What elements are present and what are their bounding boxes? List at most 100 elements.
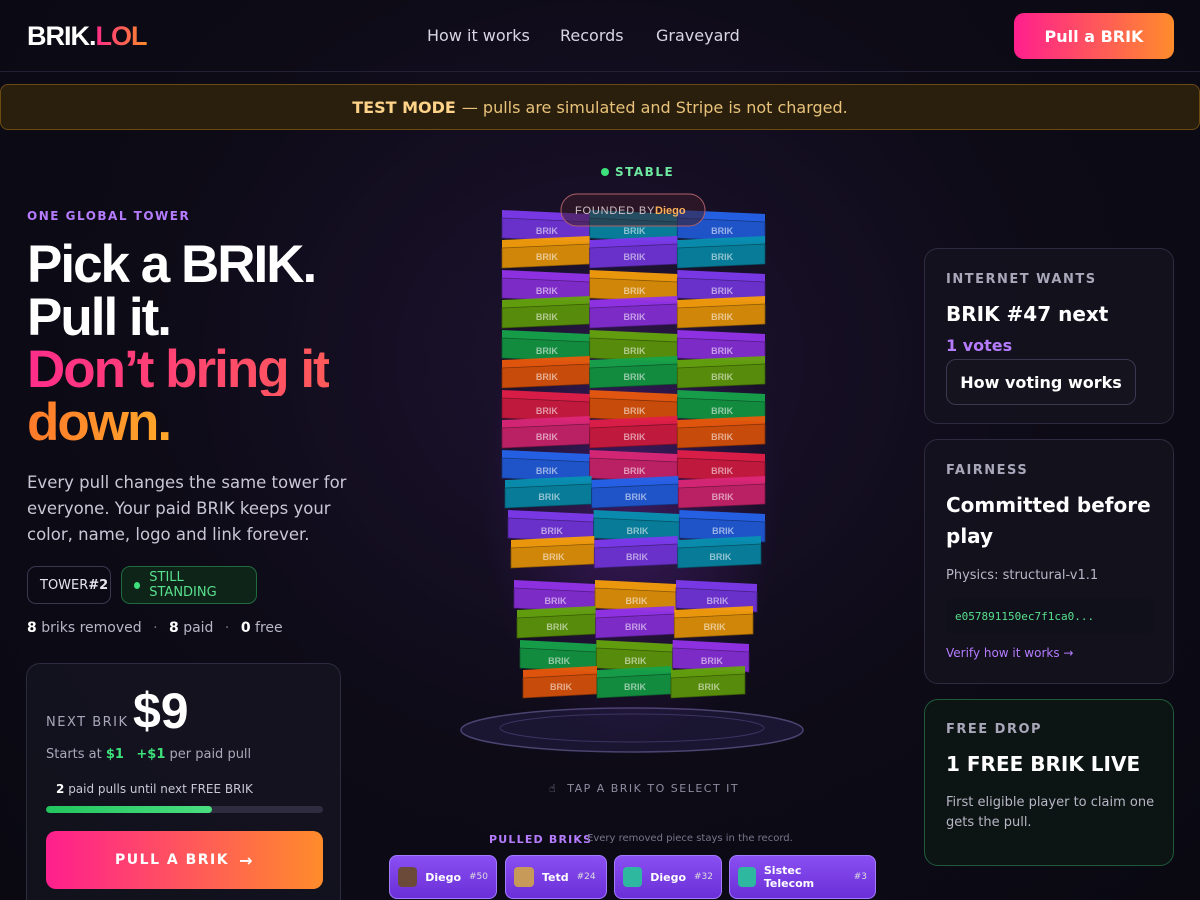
starts-at-label: Starts at [46,747,102,762]
tower-brik-label: BRIK [548,656,570,666]
tower-brik-label: BRIK [624,312,646,322]
tower-brik[interactable]: BRIK [591,476,679,509]
start-price: $1 [105,747,124,762]
pulled-brik-name: Sistec Telecom [763,864,815,890]
pulled-brik-thumbnail [514,867,534,887]
tower-brik-label: BRIK [536,466,558,476]
physics-version: Physics: structural-v1.1 [946,568,1099,583]
tower-brik-label: BRIK [625,492,647,502]
tower-brik-label: BRIK [711,372,733,382]
tower-brik-label: BRIK [543,552,565,562]
nav-link-records[interactable]: Records [560,26,624,45]
tower-brik-label: BRIK [711,252,733,262]
stat-free-count: 0 [240,620,251,636]
pulled-brik-number: #32 [694,872,713,882]
status-dot-icon [134,581,141,589]
nav-link-graveyard[interactable]: Graveyard [656,26,740,45]
verify-link[interactable]: Verify how it works → [946,646,1073,660]
tower-brik[interactable]: BRIK [593,536,679,569]
tower-brik[interactable]: BRIK [516,606,597,639]
tower-brik[interactable]: BRIK [676,236,766,269]
tower-brik[interactable]: BRIK [501,236,591,269]
founded-badge: FOUNDED BY Diego [560,193,706,227]
pulled-brik-item[interactable]: Diego #32 [614,855,722,899]
internet-wants-title: BRIK #47 next [946,302,1109,326]
fairness-title-line-1: Committed before [946,493,1151,517]
tower-brik-label: BRIK [546,622,568,632]
pulled-brik-item[interactable]: Diego #50 [389,855,497,899]
tower-brik[interactable]: BRIK [589,416,678,449]
pulled-brik-item[interactable]: Sistec Telecom #3 [729,855,876,899]
tower-brik[interactable]: BRIK [504,476,593,509]
tower-brik-label: BRIK [536,252,558,262]
tower-brik-label: BRIK [711,226,733,236]
tower-brik-label: BRIK [624,252,646,262]
tower-canvas[interactable]: BRIK BRIK BRIK BRIK BRIK BRIK BRIK BRIK BRIK BRIK… [440,190,820,760]
tower-brik[interactable]: BRIK [677,476,766,509]
next-brik-card: NEXT BRIK $9 Starts at $1 +$1 per paid p… [26,663,341,900]
tower-brik[interactable]: BRIK [673,606,754,639]
commit-hash[interactable]: e057891150ec7f1ca0... [946,599,1154,633]
pulled-brik-thumbnail [398,867,418,887]
fairness-title-line-2: play [946,524,994,548]
pulled-brik-item[interactable]: Tetd #24 [505,855,607,899]
pull-brik-button[interactable]: PULL A BRIK → [46,831,323,889]
tower-brik-label: BRIK [712,492,734,502]
stat-paid-count: 8 [169,620,179,636]
tower-brik[interactable]: BRIK [501,296,591,329]
tower-brik-label: BRIK [624,226,646,236]
price-increment: +$1 [136,747,166,762]
tower-brik[interactable]: BRIK [676,416,766,449]
free-drop-caption: FREE DROP [946,722,1043,737]
how-voting-works-button[interactable]: How voting works [946,359,1136,405]
tower-brik[interactable]: BRIK [677,536,762,569]
tower-brik-label: BRIK [536,372,558,382]
tower-brik[interactable]: BRIK [522,666,598,699]
tower-brik[interactable]: BRIK [595,606,675,639]
stat-removed-label: briks removed [41,620,142,636]
tower-brik[interactable]: BRIK [596,666,672,699]
tower-brik[interactable]: BRIK [589,356,678,389]
tower-brik-label: BRIK [711,312,733,322]
tower-brik-label: BRIK [627,526,649,536]
tower-brik[interactable]: BRIK [670,666,746,699]
tower-brik-label: BRIK [536,226,558,236]
tower-brik[interactable]: BRIK [676,296,766,329]
tower-brik-label: BRIK [624,286,646,296]
logo[interactable]: BRIK.LOL [27,21,148,52]
tower-brik-label: BRIK [536,432,558,442]
free-brik-progress-bar [46,806,323,813]
tower-bricks[interactable]: BRIK BRIK BRIK BRIK BRIK BRIK BRIK BRIK BRIK BRIK… [501,210,766,699]
tower-brik[interactable]: BRIK [589,296,678,329]
fairness-caption: FAIRNESS [946,463,1029,478]
tower-brik[interactable]: BRIK [676,356,766,389]
free-drop-title: 1 FREE BRIK LIVE [946,752,1141,776]
tower-brik[interactable]: BRIK [501,416,591,449]
tower-status: STABLE [601,165,674,179]
next-brik-label: NEXT BRIK [46,715,129,730]
tower-brik-label: BRIK [541,526,563,536]
tower-brik-label: BRIK [625,656,647,666]
pulled-brik-name: Diego [650,870,686,884]
stable-dot-icon [601,168,609,176]
hero-title-line-1: Pick a BRIK. [27,235,317,294]
tower-brik-label: BRIK [701,656,723,666]
nav-link-how-it-works[interactable]: How it works [427,26,530,45]
tower-brik-label: BRIK [711,432,733,442]
nav-pull-button[interactable]: Pull a BRIK [1014,13,1174,59]
pulled-briks-subtitle: Every removed piece stays in the record. [587,833,793,844]
hero-title-line-4: down. [27,393,172,452]
tower-brik[interactable]: BRIK [510,536,595,569]
tower-brik-label: BRIK [698,682,720,692]
tower-brik[interactable]: BRIK [501,356,591,389]
tower-brik-label: BRIK [536,312,558,322]
tap-hint: ☝ TAP A BRIK TO SELECT IT [549,782,739,795]
tower-brik-label: BRIK [704,622,726,632]
tower-brik[interactable]: BRIK [589,236,678,269]
stat-separator: · [224,620,230,636]
internet-wants-caption: INTERNET WANTS [946,272,1097,287]
tower-brik-label: BRIK [626,552,648,562]
status-badge: STILL STANDING [121,566,257,604]
pull-brik-label: PULL A BRIK [115,852,230,868]
vote-count: 1 votes [946,336,1013,355]
